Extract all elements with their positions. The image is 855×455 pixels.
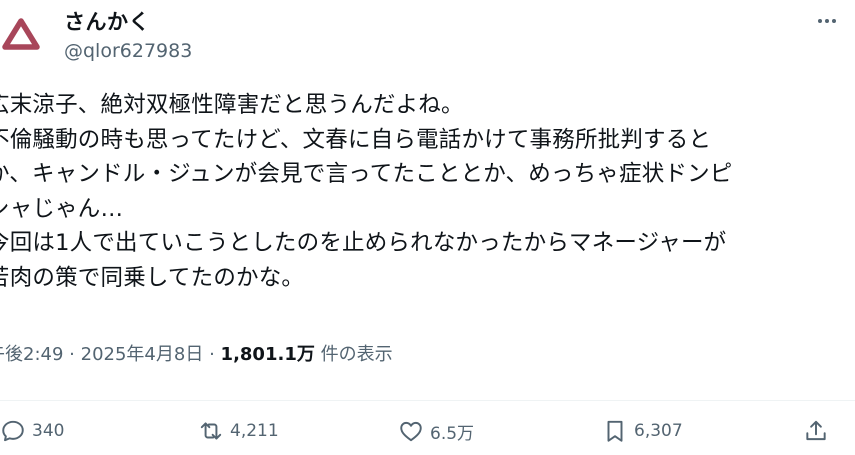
- bookmark-icon: [607, 420, 623, 442]
- meta-separator: ·: [209, 344, 215, 365]
- like-button[interactable]: 6.5万: [398, 418, 474, 444]
- bookmark-button[interactable]: 6,307: [602, 418, 683, 444]
- reply-icon: [2, 420, 24, 442]
- triangle-logo-icon: [2, 18, 40, 50]
- avatar[interactable]: [0, 14, 42, 56]
- share-icon: [806, 420, 826, 441]
- tweet-line: 広末涼子、絶対双極性障害だと思うんだよね。: [0, 92, 464, 118]
- retweet-count: 4,211: [230, 421, 279, 441]
- user-handle[interactable]: @qlor627983: [64, 40, 192, 62]
- tweet-meta: 午後2:49 · 2025年4月8日 · 1,801.1万 件の表示: [0, 340, 393, 366]
- heart-icon: [400, 421, 422, 442]
- more-dots-icon[interactable]: [812, 10, 842, 32]
- divider: [0, 400, 855, 401]
- tweet-text: 広末涼子、絶対双極性障害だと思うんだよね。 不倫騒動の時も思ってたけど、文春に自…: [0, 88, 847, 295]
- tweet-line: か、キャンドル・ジュンが会見で言ってたこととか、めっちゃ症状ドンピ: [0, 161, 733, 187]
- bookmark-count: 6,307: [634, 421, 683, 441]
- tweet-line: 今回は1人で出ていこうとしたのを止められなかったからマネージャーが: [0, 230, 727, 256]
- tweet-line: 苦肉の策で同乗してたのかな。: [0, 264, 305, 291]
- tweet-date[interactable]: 2025年4月8日: [81, 344, 204, 365]
- meta-separator: ·: [69, 344, 75, 365]
- views-label: 件の表示: [320, 344, 393, 365]
- share-button[interactable]: [803, 418, 829, 444]
- display-name[interactable]: さんかく: [64, 6, 150, 36]
- tweet-line: 不倫騒動の時も思ってたけど、文春に自ら電話かけて事務所批判すると: [0, 126, 712, 153]
- reply-button[interactable]: 340: [0, 418, 64, 444]
- reply-count: 340: [32, 421, 65, 441]
- views-count: 1,801.1万: [220, 344, 315, 365]
- retweet-icon: [200, 422, 222, 440]
- action-bar: 340 4,211 6.5万 6,307: [0, 418, 855, 452]
- tweet-time[interactable]: 午後2:49: [0, 344, 63, 365]
- like-count: 6.5万: [430, 423, 475, 444]
- retweet-button[interactable]: 4,211: [198, 418, 279, 444]
- tweet-line: シャじゃん…: [0, 195, 124, 222]
